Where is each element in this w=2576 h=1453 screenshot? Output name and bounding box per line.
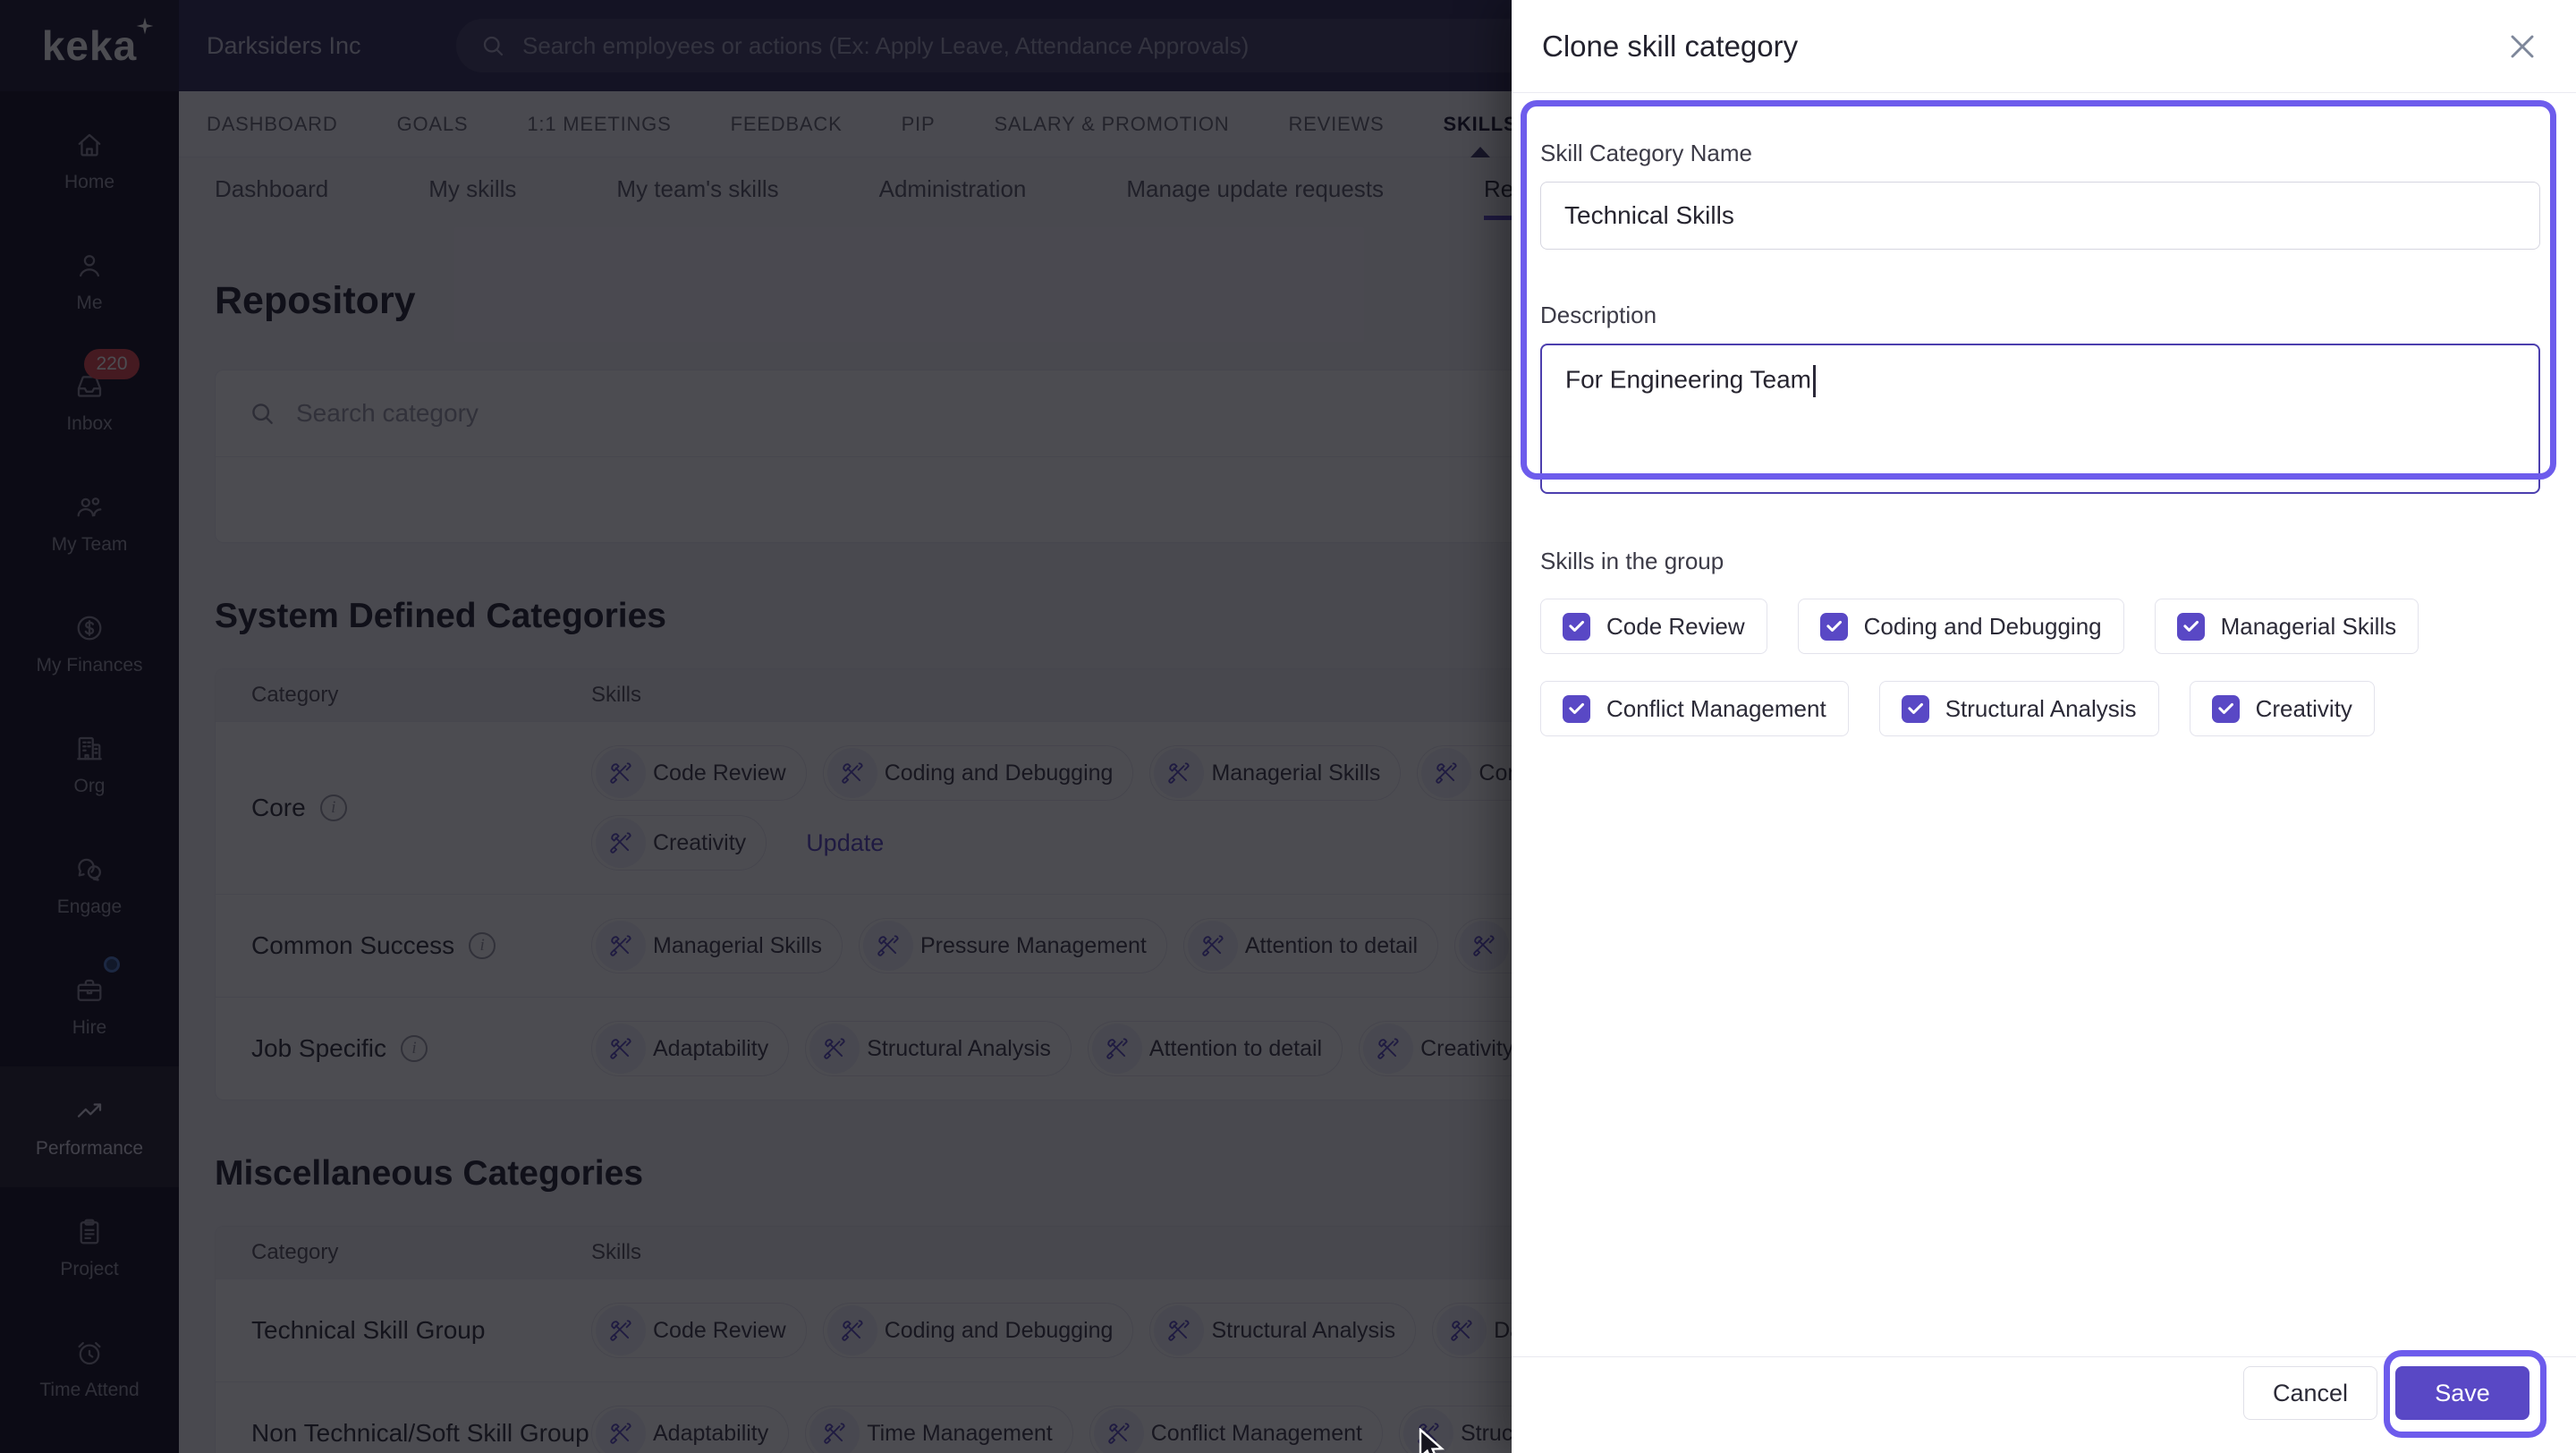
checkbox-checked[interactable] — [1901, 694, 1929, 723]
checkmark-icon — [1567, 617, 1586, 636]
skill-category-name-label: Skill Category Name — [1540, 140, 1752, 166]
checkmark-icon — [1567, 700, 1586, 718]
checkbox-checked[interactable] — [1819, 612, 1848, 641]
cancel-button[interactable]: Cancel — [2243, 1366, 2377, 1420]
drawer-body: Skill Category Name Description For Engi… — [1512, 93, 2576, 736]
checkmark-icon — [1825, 617, 1843, 636]
checkbox-checked[interactable] — [2176, 612, 2205, 641]
skills-checkbox-row-1: Code Review Coding and Debugging Manager… — [1540, 599, 2540, 654]
close-button[interactable] — [2503, 27, 2542, 66]
drawer-footer: Cancel Save — [1512, 1350, 2576, 1453]
checkmark-icon — [2216, 700, 2235, 718]
skill-checkbox-item[interactable]: Conflict Management — [1540, 681, 1849, 736]
checkbox-checked[interactable] — [2211, 694, 2240, 723]
checkbox-checked[interactable] — [1563, 694, 1590, 723]
skill-checkbox-item[interactable]: Managerial Skills — [2154, 599, 2419, 654]
clone-skill-category-drawer: Clone skill category Skill Category Name… — [1512, 0, 2576, 1453]
skill-checkbox-item[interactable]: Structural Analysis — [1878, 681, 2159, 736]
checkbox-checked[interactable] — [1563, 612, 1590, 641]
skill-checkbox-label: Code Review — [1606, 612, 1745, 640]
drawer-header: Clone skill category — [1512, 0, 2576, 93]
mouse-cursor — [1419, 1428, 1445, 1453]
skill-checkbox-item[interactable]: Coding and Debugging — [1797, 599, 2124, 654]
save-button[interactable]: Save — [2395, 1366, 2529, 1420]
skill-checkbox-label: Managerial Skills — [2220, 612, 2397, 640]
skills-in-group-label: Skills in the group — [1540, 548, 1724, 574]
skill-checkbox-label: Structural Analysis — [1945, 694, 2137, 722]
close-icon — [2503, 27, 2542, 66]
skill-checkbox-label: Creativity — [2255, 694, 2352, 722]
checkmark-icon — [1906, 700, 1925, 718]
description-textarea[interactable]: For Engineering Team — [1540, 344, 2540, 494]
text-caret — [1812, 365, 1816, 397]
skill-checkbox-label: Conflict Management — [1606, 694, 1826, 722]
skill-checkbox-item[interactable]: Code Review — [1540, 599, 1767, 654]
skill-category-name-input[interactable] — [1540, 182, 2540, 250]
drawer-title: Clone skill category — [1542, 29, 1799, 63]
skill-checkbox-label: Coding and Debugging — [1863, 612, 2102, 640]
description-value: For Engineering Team — [1565, 365, 1811, 394]
checkmark-icon — [2182, 617, 2200, 636]
skills-checkbox-row-2: Conflict Management Structural Analysis … — [1540, 681, 2540, 736]
description-label: Description — [1540, 302, 1657, 328]
skill-checkbox-item[interactable]: Creativity — [2189, 681, 2375, 736]
